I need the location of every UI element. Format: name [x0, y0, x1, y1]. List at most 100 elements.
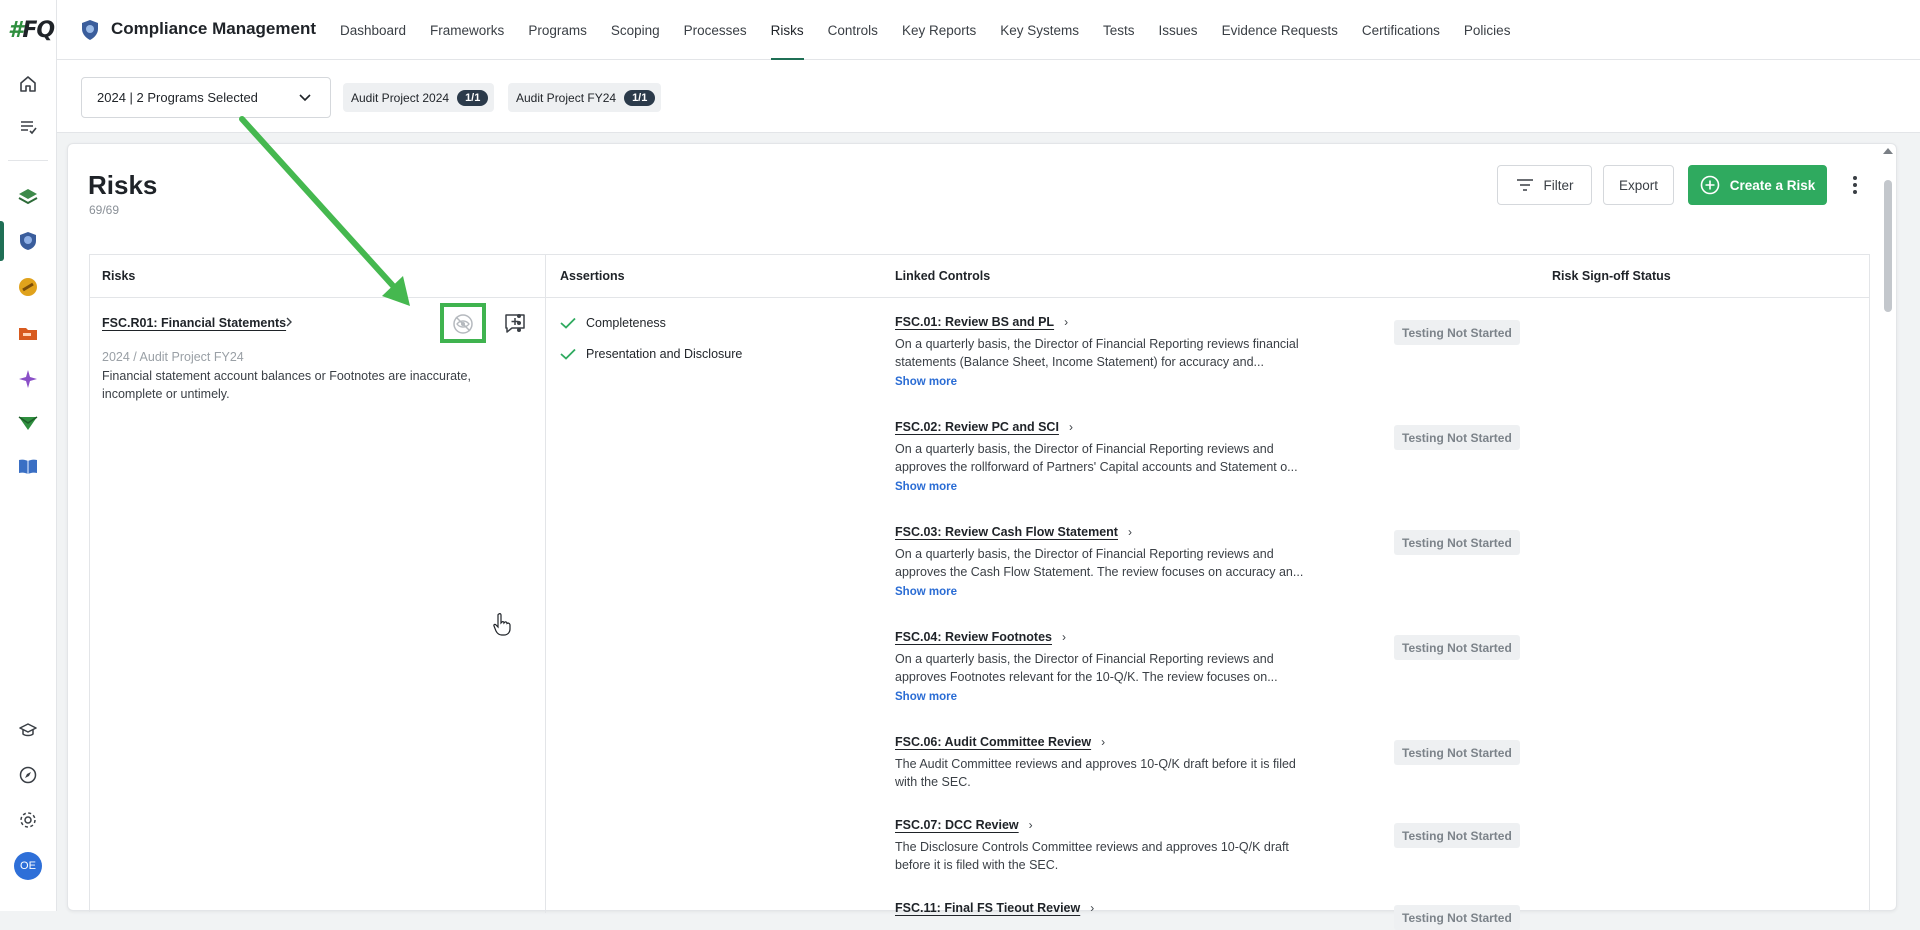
chevron-right-icon[interactable]: ›: [1062, 630, 1066, 644]
chevron-right-icon[interactable]: ›: [1090, 901, 1094, 915]
user-avatar[interactable]: OE: [14, 852, 42, 880]
status-badge: Testing Not Started: [1394, 905, 1520, 930]
home-icon[interactable]: [14, 70, 42, 98]
nav-controls[interactable]: Controls: [816, 0, 890, 60]
row-more-options-icon[interactable]: [509, 310, 529, 336]
chevron-right-icon[interactable]: ›: [1029, 818, 1033, 832]
status-badge: Testing Not Started: [1394, 635, 1520, 660]
scrollbar-thumb[interactable]: [1884, 180, 1892, 312]
filter-button[interactable]: Filter: [1497, 165, 1592, 205]
risk-description-line: Financial statement account balances or …: [102, 369, 471, 383]
show-more-link[interactable]: Show more: [895, 691, 1335, 703]
nav-key-reports[interactable]: Key Reports: [890, 0, 988, 60]
linked-control: FSC.03: Review Cash Flow Statement › On a…: [895, 523, 1335, 598]
col-header-signoff-status[interactable]: Risk Sign-off Status: [1552, 269, 1671, 283]
control-description: On a quarterly basis, the Director of Fi…: [895, 442, 1298, 474]
control-description: On a quarterly basis, the Director of Fi…: [895, 547, 1304, 579]
coin-app-icon[interactable]: [14, 273, 42, 301]
vertical-scrollbar[interactable]: [1880, 144, 1896, 912]
linked-control: FSC.01: Review BS and PL › On a quarterly…: [895, 313, 1335, 388]
column-divider: [545, 255, 546, 913]
program-select[interactable]: 2024 | 2 Programs Selected: [81, 77, 331, 118]
risk-name-link[interactable]: FSC.R01: Financial Statements: [102, 316, 286, 330]
task-list-icon[interactable]: [14, 113, 42, 141]
app-shield-icon: [79, 19, 101, 46]
control-title-link[interactable]: FSC.03: Review Cash Flow Statement: [895, 525, 1118, 539]
control-title-link[interactable]: FSC.11: Final FS Tieout Review: [895, 901, 1080, 915]
filter-icon: [1516, 179, 1533, 191]
nav-key-systems[interactable]: Key Systems: [988, 0, 1091, 60]
program-chip-label: Audit Project FY24: [516, 90, 617, 105]
nav-processes[interactable]: Processes: [672, 0, 759, 60]
chevron-right-icon[interactable]: [284, 316, 294, 331]
linked-control: FSC.11: Final FS Tieout Review ›: [895, 899, 1335, 917]
control-title-link[interactable]: FSC.07: DCC Review: [895, 818, 1019, 832]
rail-divider: [8, 160, 48, 161]
nav-certifications[interactable]: Certifications: [1350, 0, 1452, 60]
col-header-risks[interactable]: Risks: [102, 269, 135, 283]
control-description: The Audit Committee reviews and approves…: [895, 757, 1296, 789]
status-badge: Testing Not Started: [1394, 425, 1520, 450]
chevron-right-icon[interactable]: ›: [1101, 735, 1105, 749]
nav-tabs: Dashboard Frameworks Programs Scoping Pr…: [328, 0, 1522, 60]
book-app-icon[interactable]: [14, 452, 42, 480]
program-chip-count: 1/1: [457, 89, 489, 106]
compass-icon[interactable]: [14, 761, 42, 789]
program-chip[interactable]: Audit Project 2024 1/1: [343, 83, 495, 112]
chevron-right-icon[interactable]: ›: [1064, 315, 1068, 329]
eye-off-icon[interactable]: [452, 313, 474, 340]
col-header-assertions[interactable]: Assertions: [560, 269, 625, 283]
nav-risks[interactable]: Risks: [759, 0, 816, 60]
top-navigation: Compliance Management Dashboard Framewor…: [57, 0, 1920, 60]
export-button[interactable]: Export: [1603, 165, 1674, 205]
nav-scoping[interactable]: Scoping: [599, 0, 672, 60]
chevron-right-icon[interactable]: ›: [1128, 525, 1132, 539]
nav-frameworks[interactable]: Frameworks: [418, 0, 516, 60]
show-more-link[interactable]: Show more: [895, 481, 1335, 493]
status-badge: Testing Not Started: [1394, 530, 1520, 555]
col-header-linked-controls[interactable]: Linked Controls: [895, 269, 990, 283]
control-title-link[interactable]: FSC.06: Audit Committee Review: [895, 735, 1091, 749]
show-more-link[interactable]: Show more: [895, 586, 1335, 598]
program-select-value: 2024 | 2 Programs Selected: [97, 90, 258, 105]
create-risk-label: Create a Risk: [1729, 177, 1816, 193]
learning-cap-icon[interactable]: [14, 716, 42, 744]
check-icon: [560, 348, 576, 360]
nav-programs[interactable]: Programs: [516, 0, 599, 60]
linked-control: FSC.02: Review PC and SCI › On a quarterl…: [895, 418, 1335, 493]
create-risk-button[interactable]: Create a Risk: [1688, 165, 1827, 205]
nav-dashboard[interactable]: Dashboard: [328, 0, 418, 60]
program-chip-count: 1/1: [624, 89, 656, 106]
show-more-link[interactable]: Show more: [895, 376, 1335, 388]
hand-cursor-icon: [493, 612, 511, 641]
send-app-icon[interactable]: [14, 409, 42, 437]
nav-evidence-requests[interactable]: Evidence Requests: [1210, 0, 1350, 60]
control-title-link[interactable]: FSC.01: Review BS and PL: [895, 315, 1054, 329]
app-logo[interactable]: #FQ: [8, 18, 55, 43]
chevron-right-icon[interactable]: ›: [1069, 420, 1073, 434]
scroll-up-arrow[interactable]: [1883, 148, 1893, 154]
nav-issues[interactable]: Issues: [1147, 0, 1210, 60]
program-chip-label: Audit Project 2024: [351, 90, 450, 105]
left-rail: #FQ OE: [0, 0, 57, 911]
rail-active-indicator: [0, 221, 4, 261]
linked-control: FSC.06: Audit Committee Review › The Audi…: [895, 733, 1335, 791]
settings-gear-icon[interactable]: [14, 806, 42, 834]
app-title: Compliance Management: [111, 19, 316, 38]
filter-label: Filter: [1543, 177, 1574, 193]
sparkle-app-icon[interactable]: [14, 365, 42, 393]
control-title-link[interactable]: FSC.04: Review Footnotes: [895, 630, 1052, 644]
folder-app-icon[interactable]: [14, 319, 42, 347]
export-label: Export: [1618, 177, 1659, 193]
compliance-shield-icon[interactable]: [14, 227, 42, 255]
program-chip[interactable]: Audit Project FY24 1/1: [508, 83, 662, 112]
stack-app-icon[interactable]: [14, 183, 42, 211]
risk-program-meta: 2024 / Audit Project FY24: [102, 350, 244, 364]
more-options-icon[interactable]: [1845, 172, 1865, 198]
control-title-link[interactable]: FSC.02: Review PC and SCI: [895, 420, 1059, 434]
table-header: Risks Assertions Linked Controls Risk Si…: [90, 255, 1869, 298]
assertion-label: Completeness: [586, 316, 666, 330]
status-badge: Testing Not Started: [1394, 740, 1520, 765]
nav-policies[interactable]: Policies: [1452, 0, 1523, 60]
nav-tests[interactable]: Tests: [1091, 0, 1147, 60]
